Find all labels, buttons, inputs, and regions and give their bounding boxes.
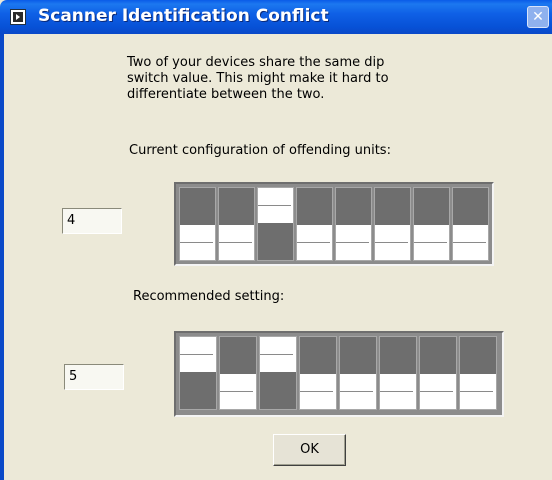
recommended-value-field[interactable]: 5 xyxy=(64,364,124,390)
current-switch-4-lever xyxy=(297,225,332,260)
current-dip-switch xyxy=(174,182,494,266)
close-icon: ✕ xyxy=(532,9,544,25)
recommended-switch-2-lever xyxy=(220,374,256,409)
recommended-switch-1 xyxy=(179,336,217,410)
current-switch-2 xyxy=(218,187,255,261)
current-switch-3 xyxy=(257,187,294,261)
current-config-label: Current configuration of offending units… xyxy=(129,143,391,158)
recommended-switch-4 xyxy=(299,336,337,410)
current-value-field[interactable]: 4 xyxy=(62,208,122,234)
current-switch-6 xyxy=(374,187,411,261)
window-frame-left xyxy=(0,34,4,480)
close-button[interactable]: ✕ xyxy=(527,6,549,28)
current-switch-4 xyxy=(296,187,333,261)
current-switch-5-lever xyxy=(336,225,371,260)
conflict-message: Two of your devices share the same dip s… xyxy=(127,55,389,102)
recommended-switch-4-lever xyxy=(300,374,336,409)
app-icon-arrow xyxy=(16,14,20,20)
recommended-switch-5 xyxy=(339,336,377,410)
current-switch-8-lever xyxy=(453,225,488,260)
recommended-switch-3 xyxy=(259,336,297,410)
recommended-setting-label: Recommended setting: xyxy=(133,289,285,304)
window-title: Scanner Identification Conflict xyxy=(38,6,329,26)
current-switch-1 xyxy=(179,187,216,261)
recommended-switch-2 xyxy=(219,336,257,410)
app-icon[interactable] xyxy=(10,9,26,25)
current-switch-1-lever xyxy=(180,225,215,260)
current-switch-5 xyxy=(335,187,372,261)
recommended-switch-1-lever xyxy=(180,337,216,372)
current-switch-2-lever xyxy=(219,225,254,260)
recommended-switch-3-lever xyxy=(260,337,296,372)
title-bar[interactable]: Scanner Identification Conflict ✕ xyxy=(0,0,552,34)
recommended-dip-switch xyxy=(174,331,504,417)
dialog-window: Scanner Identification Conflict ✕ Two of… xyxy=(0,0,552,480)
current-switch-7-lever xyxy=(414,225,449,260)
current-switch-3-lever xyxy=(258,188,293,223)
ok-button[interactable]: OK xyxy=(273,434,346,466)
current-switch-7 xyxy=(413,187,450,261)
recommended-switch-6 xyxy=(379,336,417,410)
recommended-switch-8 xyxy=(459,336,497,410)
recommended-switch-8-lever xyxy=(460,374,496,409)
current-switch-6-lever xyxy=(375,225,410,260)
recommended-switch-7 xyxy=(419,336,457,410)
recommended-switch-5-lever xyxy=(340,374,376,409)
recommended-switch-6-lever xyxy=(380,374,416,409)
current-switch-8 xyxy=(452,187,489,261)
recommended-switch-7-lever xyxy=(420,374,456,409)
